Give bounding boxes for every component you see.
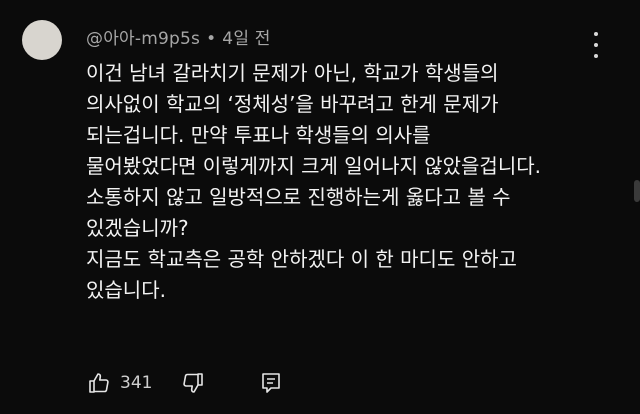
author-name[interactable]: @아아-m9p5s [86, 29, 200, 49]
thumbs-up-icon [89, 373, 109, 393]
comment-line: 물어봤었다면 이렇게까지 크게 일어나지 않았을겁니다. [86, 154, 541, 178]
avatar[interactable] [22, 20, 62, 60]
thumbs-down-icon [183, 373, 203, 393]
comment-line: 있겠습니까? [86, 216, 189, 240]
comment-actions: 341 [86, 368, 284, 398]
more-vert-icon[interactable] [588, 32, 604, 58]
comment-line: 소통하지 않고 일방적으로 진행하는게 옳다고 볼 수 [86, 185, 511, 209]
comment-line: 지금도 학교측은 공학 안하겠다 이 한 마디도 안하고 [86, 247, 517, 271]
comment-item: @아아-m9p5s • 4일 전 이건 남녀 갈라치기 문제가 아닌, 학교가 학생… [0, 0, 640, 414]
comment-line: 되는겁니다. 만약 투표나 학생들의 의사를 [86, 123, 431, 147]
comment-line: 의사없이 학교의 ‘정체성’을 바꾸려고 한게 문제가 [86, 92, 499, 116]
like-button[interactable] [86, 370, 112, 396]
comment-header: @아아-m9p5s • 4일 전 [86, 24, 271, 49]
comment-timestamp[interactable]: 4일 전 [222, 29, 270, 49]
reply-button[interactable] [258, 370, 284, 396]
scrollbar[interactable] [634, 180, 640, 202]
comment-line: 이건 남녀 갈라치기 문제가 아닌, 학교가 학생들의 [86, 61, 499, 85]
meta-separator: • [206, 29, 217, 49]
comment-line: 있습니다. [86, 278, 166, 302]
dislike-button[interactable] [180, 370, 206, 396]
comment-text: 이건 남녀 갈라치기 문제가 아닌, 학교가 학생들의 의사없이 학교의 ‘정체… [86, 58, 606, 306]
reply-comment-icon [262, 373, 280, 393]
like-count: 341 [120, 373, 153, 393]
